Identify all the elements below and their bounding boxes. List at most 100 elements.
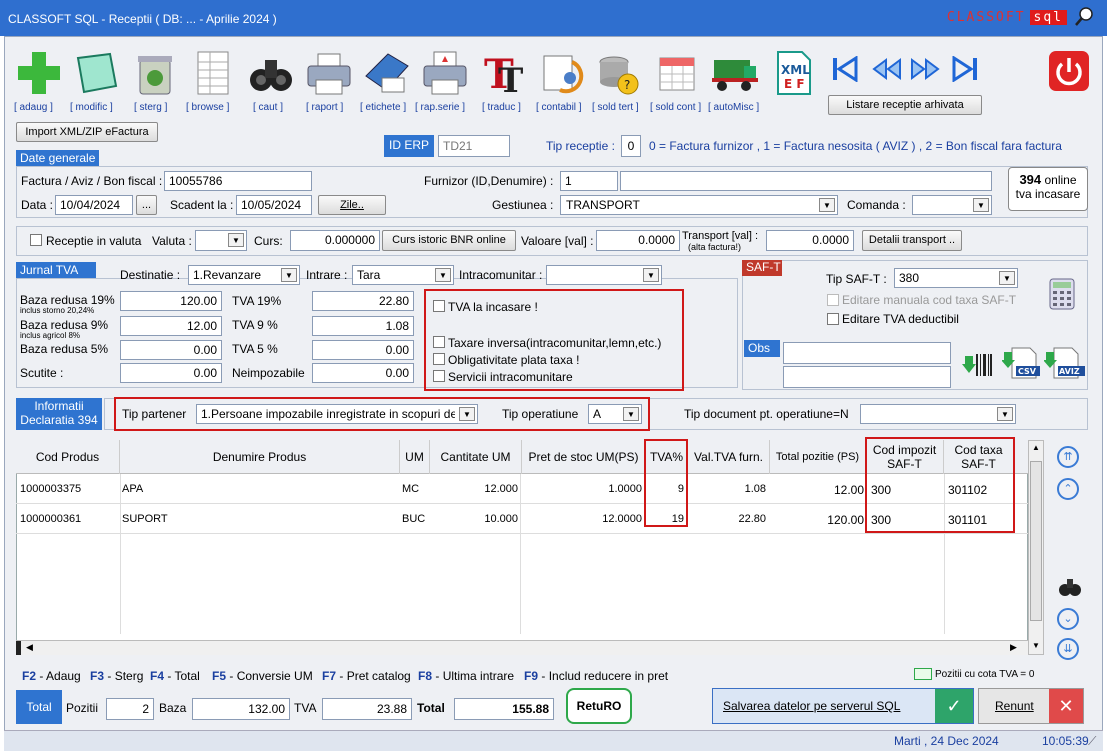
col-total[interactable]: Total pozitie (PS) [770,440,866,474]
toolbar-label-browse[interactable]: [ browse ] [186,102,229,113]
baza-9-input[interactable]: 12.00 [120,316,222,336]
baza-19-input[interactable]: 120.00 [120,291,222,311]
valoare-input[interactable]: 0.0000 [596,230,680,251]
last-record-icon[interactable] [950,56,980,82]
accounting-icon[interactable] [536,48,586,98]
scrollbar-thumb[interactable] [16,641,21,655]
checkmark-icon[interactable]: ✓ [935,689,973,723]
col-pret[interactable]: Pret de stoc UM(PS) [522,440,646,474]
toolbar-label-sterg[interactable]: [ sterg ] [134,102,167,113]
scrollbar-thumb[interactable] [1030,461,1042,621]
toolbar-label-sold-cont[interactable]: [ sold cont ] [650,102,701,113]
power-exit-icon[interactable] [1048,50,1090,92]
scroll-top-icon[interactable]: ⇈ [1057,446,1079,468]
detalii-transport-button[interactable]: Detalii transport .. [862,230,962,251]
scroll-left-icon[interactable]: ◀ [26,642,33,653]
scroll-down-icon[interactable]: ▼ [1032,641,1040,650]
col-val-tva[interactable]: Val.TVA furn. [688,440,770,474]
editare-manuala-checkbox[interactable] [827,294,839,306]
tva-9-input[interactable]: 1.08 [312,316,414,336]
browse-grid-icon[interactable] [188,48,238,98]
intrare-select[interactable]: Tara ▼ [352,265,454,285]
col-denumire[interactable]: Denumire Produs [120,440,400,474]
truck-icon[interactable] [710,48,760,98]
save-sql-button[interactable]: Salvarea datelor pe serverul SQL ✓ [712,688,974,724]
calendar-icon[interactable] [652,48,702,98]
tip-saft-select[interactable]: 380 ▼ [894,268,1018,288]
taxare-inversa-checkbox[interactable] [433,336,445,348]
cancel-button[interactable]: Renunt ✕ [978,688,1084,724]
toolbar-label-etichete[interactable]: [ etichete ] [360,102,406,113]
obligativitate-checkbox[interactable] [433,353,445,365]
editare-tva-checkbox[interactable] [827,313,839,325]
close-icon[interactable]: ✕ [1049,689,1083,723]
add-icon[interactable] [14,48,64,98]
scroll-up-icon[interactable]: ▲ [1032,443,1040,452]
baza-5-input[interactable]: 0.00 [120,340,222,360]
zile-button[interactable]: Zile.. [318,195,386,215]
toolbar-label-caut[interactable]: [ caut ] [253,102,283,113]
recycle-bin-icon[interactable] [130,48,180,98]
scroll-page-down-icon[interactable]: ⌄ [1057,608,1079,630]
coins-icon[interactable]: ? [594,48,644,98]
binoculars-icon[interactable] [1058,576,1082,598]
chevron-down-icon[interactable]: ▼ [819,198,835,212]
chevron-down-icon[interactable]: ▼ [643,268,659,282]
curs-bnr-button[interactable]: Curs istoric BNR online [382,230,516,251]
aviz-export-icon[interactable]: AVIZ [1044,346,1086,380]
scroll-bottom-icon[interactable]: ⇊ [1057,638,1079,660]
returo-button[interactable]: RetuRO [566,688,632,724]
furnizor-id-input[interactable]: 1 [560,171,618,191]
obs-input-2[interactable] [783,366,951,388]
vertical-scrollbar[interactable]: ▲ ▼ [1028,440,1044,655]
tva-incasare-checkbox[interactable] [433,300,445,312]
toolbar-label-traduc[interactable]: [ traduc ] [482,102,521,113]
next-record-icon[interactable] [910,56,942,82]
total-button[interactable]: Total [16,690,62,724]
curs-input[interactable]: 0.000000 [290,230,380,251]
search-icon[interactable] [1073,6,1095,28]
toolbar-label-automisc[interactable]: [ autoMisc ] [708,102,759,113]
csv-export-icon[interactable]: CSV [1002,346,1042,380]
receptie-valuta-checkbox[interactable] [30,234,42,246]
toolbar-label-rapserie[interactable]: [ rap.serie ] [415,102,465,113]
horizontal-scrollbar[interactable]: ◀ ▶ [16,640,1028,655]
first-record-icon[interactable] [830,56,860,82]
chevron-down-icon[interactable]: ▼ [228,233,244,247]
toolbar-label-adaug[interactable]: [ adaug ] [14,102,53,113]
date-picker-button[interactable]: ... [136,195,157,215]
chevron-down-icon[interactable]: ▼ [281,268,297,282]
archive-list-button[interactable]: Listare receptie arhivata [828,95,982,115]
toolbar-label-contabil[interactable]: [ contabil ] [536,102,582,113]
tip-operatiune-select[interactable]: A ▼ [588,404,642,424]
chevron-down-icon[interactable]: ▼ [435,268,451,282]
translate-icon[interactable]: TT [478,48,528,98]
comanda-select[interactable]: ▼ [912,195,992,215]
chevron-down-icon[interactable]: ▼ [973,198,989,212]
printer-icon[interactable] [304,48,354,98]
col-cantitate[interactable]: Cantitate UM [430,440,522,474]
tip-document-select[interactable]: ▼ [860,404,1016,424]
chevron-down-icon[interactable]: ▼ [459,407,475,421]
neimpozabile-input[interactable]: 0.00 [312,363,414,383]
toolbar-label-modific[interactable]: [ modific ] [70,102,113,113]
chevron-down-icon[interactable]: ▼ [999,271,1015,285]
barcode-download-icon[interactable] [962,346,994,380]
tva-5-input[interactable]: 0.00 [312,340,414,360]
scroll-right-icon[interactable]: ▶ [1010,642,1017,653]
destinatie-select[interactable]: 1.Revanzare ▼ [188,265,300,285]
import-efactura-button[interactable]: Import XML/ZIP eFactura [16,122,158,142]
id-erp-input[interactable]: TD21 [438,135,510,157]
furnizor-name-input[interactable] [620,171,992,191]
resize-grip-icon[interactable]: ⟋ [1088,734,1096,749]
valuta-select[interactable]: ▼ [195,230,247,251]
calculator-icon[interactable] [1048,278,1076,310]
gestiune-select[interactable]: TRANSPORT ▼ [560,195,838,215]
tip-partener-select[interactable]: 1.Persoane impozabile inregistrate in sc… [196,404,478,424]
chevron-down-icon[interactable]: ▼ [997,407,1013,421]
modify-icon[interactable] [72,48,122,98]
obs-input-1[interactable] [783,342,951,364]
scadent-input[interactable]: 10/05/2024 [236,195,312,215]
factura-input[interactable]: 10055786 [164,171,312,191]
intracomunitar-select[interactable]: ▼ [546,265,662,285]
